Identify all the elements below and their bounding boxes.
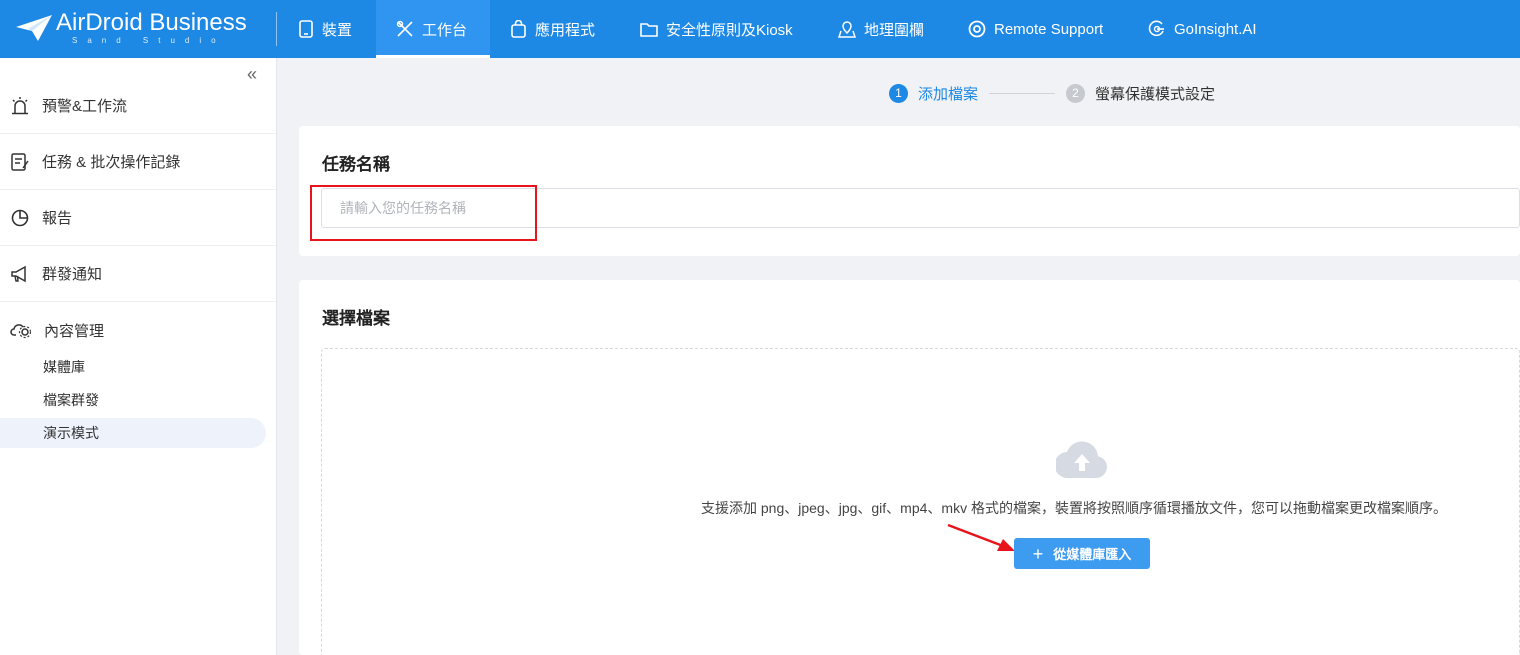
top-divider — [276, 12, 277, 46]
select-files-card: 選擇檔案 — [299, 280, 1520, 655]
step-screensaver-settings[interactable]: 2 螢幕保護模式設定 — [1066, 83, 1215, 104]
supported-formats-hint: 支援添加 png、jpeg、jpg、gif、mp4、mkv 格式的檔案，裝置將按… — [701, 500, 1447, 516]
nav-label: 工作台 — [422, 21, 468, 39]
sidebar-item-broadcast[interactable]: 群發通知 — [0, 246, 276, 302]
sidebar-item-label: 媒體庫 — [43, 359, 85, 375]
sidebar-item-demo-mode[interactable]: 演示模式 — [0, 418, 266, 448]
nav-policy-kiosk[interactable]: 安全性原則及Kiosk — [640, 0, 793, 58]
import-from-media-library-button[interactable]: + 從媒體庫匯入 — [1014, 538, 1150, 569]
sidebar-item-media-library[interactable]: 媒體庫 — [0, 352, 266, 382]
sidebar-item-reports[interactable]: 報告 — [0, 190, 276, 246]
nav-label: 安全性原則及Kiosk — [666, 21, 793, 39]
nav-label: GoInsight.AI — [1174, 20, 1257, 38]
nav-goinsight[interactable]: GoInsight.AI — [1148, 0, 1257, 58]
nav-remote-support[interactable]: Remote Support — [968, 0, 1103, 58]
sidebar-item-label: 任務 & 批次操作記錄 — [42, 154, 181, 171]
select-files-title: 選擇檔案 — [322, 309, 390, 328]
annotation-red-arrow — [947, 523, 1015, 551]
task-name-title: 任務名稱 — [322, 155, 390, 174]
top-bar: AirDroid Business Sand Studio 裝置 工作台 應用程… — [0, 0, 1520, 58]
wizard-steps: 1 添加檔案 2 螢幕保護模式設定 — [889, 82, 1215, 104]
step-label: 添加檔案 — [918, 85, 979, 103]
sidebar-item-label: 檔案群發 — [43, 392, 99, 408]
tools-icon — [396, 20, 413, 37]
sidebar-item-label: 內容管理 — [44, 322, 105, 340]
nav-devices[interactable]: 裝置 — [298, 0, 352, 58]
nav-geofence[interactable]: 地理圍欄 — [838, 0, 924, 58]
step-number: 1 — [889, 83, 908, 103]
lifebuoy-icon — [968, 20, 986, 38]
tablet-icon — [299, 20, 313, 38]
nav-apps[interactable]: 應用程式 — [510, 0, 595, 58]
sidebar-item-label: 預警&工作流 — [42, 98, 128, 115]
sidebar-item-alerts-workflow[interactable]: 預警&工作流 — [0, 78, 276, 134]
megaphone-icon — [11, 265, 26, 282]
annotation-highlight-box — [310, 185, 537, 241]
import-button-label: 從媒體庫匯入 — [1053, 547, 1132, 562]
goinsight-icon — [1148, 20, 1164, 37]
step-number: 2 — [1066, 83, 1086, 103]
nav-label: 應用程式 — [535, 21, 596, 39]
brand-logo[interactable]: AirDroid Business Sand Studio — [14, 8, 264, 48]
nav-workbench[interactable]: 工作台 — [376, 0, 490, 58]
folder-icon — [640, 23, 658, 37]
plus-icon: + — [1032, 543, 1044, 564]
sidebar-item-label: 群發通知 — [42, 266, 103, 283]
step-connector — [989, 92, 1056, 94]
paper-plane-logo-icon — [16, 15, 52, 41]
nav-label: 裝置 — [322, 21, 353, 39]
sidebar-item-task-log[interactable]: 任務 & 批次操作記錄 — [0, 134, 276, 190]
sidebar-item-label: 報告 — [42, 210, 73, 227]
sidebar: « 預警&工作流 任務 & 批次操作記錄 報告 群發通知 內容管理 媒體庫 檔案… — [0, 58, 277, 655]
step-label: 螢幕保護模式設定 — [1095, 85, 1216, 103]
step-add-files[interactable]: 1 添加檔案 — [889, 83, 978, 104]
brand-name: AirDroid Business — [56, 9, 247, 36]
task-log-icon — [11, 152, 29, 171]
nav-label: Remote Support — [994, 20, 1104, 38]
app-bag-icon — [511, 20, 526, 38]
brand-sub: Sand Studio — [72, 36, 226, 45]
alarm-icon — [12, 96, 28, 114]
geofence-icon — [838, 21, 856, 38]
nav-label: 地理圍欄 — [864, 21, 925, 39]
sidebar-item-label: 演示模式 — [43, 425, 99, 441]
pie-chart-icon — [11, 209, 29, 226]
sidebar-item-file-broadcast[interactable]: 檔案群發 — [0, 385, 266, 415]
sidebar-item-content-management[interactable]: 內容管理 — [0, 302, 276, 358]
cloud-gear-icon — [10, 324, 32, 339]
cloud-upload-icon — [1056, 441, 1107, 479]
